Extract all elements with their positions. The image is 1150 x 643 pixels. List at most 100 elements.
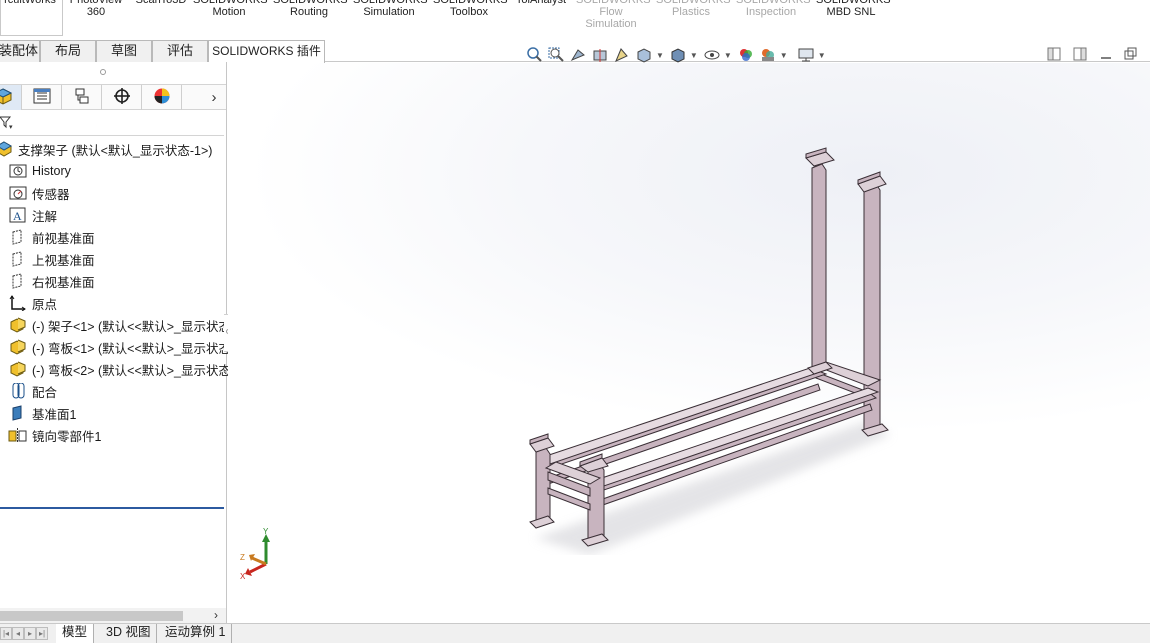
tree-item[interactable]: 右视基准面 bbox=[8, 270, 234, 292]
part-icon bbox=[8, 360, 28, 378]
ribbon-command[interactable]: SOLIDWORKS Plastics bbox=[656, 0, 731, 18]
plane1-icon bbox=[8, 404, 28, 422]
ribbon-command[interactable]: SOLIDWORKS Simulation bbox=[353, 0, 428, 18]
tree-filter-bar[interactable]: ▾ bbox=[0, 110, 224, 136]
z-axis-label: Z bbox=[240, 553, 245, 562]
tab-motion-study-1[interactable]: 运动算例 1 bbox=[159, 624, 233, 643]
tree-item[interactable]: 上视基准面 bbox=[8, 248, 234, 270]
tree-item[interactable]: History bbox=[8, 160, 234, 182]
tree-item[interactable]: (-) 弯板<1> (默认<<默认>_显示状态 bbox=[8, 336, 234, 358]
display-style-icon[interactable] bbox=[669, 46, 687, 64]
reference-triad: Y X Z bbox=[240, 528, 270, 581]
ribbon-command[interactable]: SOLIDWORKS MBD SNL bbox=[816, 0, 891, 18]
tree-item-label: (-) 弯板<2> (默认<<默认>_显示状态 bbox=[32, 363, 231, 378]
frame-model[interactable] bbox=[520, 145, 900, 555]
ribbon-command-label: 360 bbox=[86, 6, 106, 18]
feature-manager-tabs: › bbox=[0, 84, 226, 110]
ribbon-command[interactable]: SOLIDWORKS Routing bbox=[273, 0, 348, 18]
last-tab-icon[interactable]: ▸| bbox=[36, 627, 48, 640]
scrollbar-thumb[interactable] bbox=[0, 611, 183, 621]
tab-layout[interactable]: 布局 bbox=[40, 40, 96, 62]
x-axis-icon bbox=[249, 562, 267, 574]
propertymanager-tab[interactable] bbox=[22, 85, 62, 110]
first-tab-icon[interactable]: |◂ bbox=[0, 627, 12, 640]
ribbon-command[interactable]: SOLIDWORKS Flow Simulation bbox=[576, 0, 651, 30]
view-orientation-icon[interactable] bbox=[635, 46, 653, 64]
tab-evaluate[interactable]: 评估 bbox=[152, 40, 208, 62]
section-view-icon[interactable] bbox=[591, 46, 609, 64]
apply-scene-icon[interactable] bbox=[759, 46, 777, 64]
prev-tab-icon[interactable]: ◂ bbox=[12, 627, 24, 640]
ribbon-command[interactable]: SOLIDWORKS Inspection bbox=[736, 0, 811, 18]
configurationmanager-tab[interactable] bbox=[62, 85, 102, 110]
tile-right-icon[interactable] bbox=[1073, 47, 1087, 61]
chevron-down-icon[interactable]: ▼ bbox=[818, 51, 826, 60]
tree-item[interactable]: 原点 bbox=[8, 292, 234, 314]
rollback-bar[interactable] bbox=[0, 507, 224, 509]
tree-root-label: 支撑架子 (默认<默认_显示状态-1>) bbox=[18, 143, 213, 158]
tree-item[interactable]: 前视基准面 bbox=[8, 226, 234, 248]
tree-item[interactable]: 传感器 bbox=[8, 182, 234, 204]
tree-item-label: (-) 弯板<1> (默认<<默认>_显示状态 bbox=[32, 341, 231, 356]
tree-item[interactable]: (-) 弯板<2> (默认<<默认>_显示状态 bbox=[8, 358, 234, 380]
hide-show-items-icon[interactable] bbox=[703, 46, 721, 64]
chevron-right-icon[interactable]: › bbox=[214, 608, 218, 622]
tab-solidworks-addins[interactable]: SOLIDWORKS 插件 bbox=[208, 40, 325, 63]
panel-grip-handle[interactable] bbox=[100, 69, 106, 75]
tree-item[interactable]: 镜向零部件1 bbox=[8, 424, 234, 446]
chevron-right-icon[interactable]: › bbox=[206, 89, 222, 107]
tree-item[interactable]: 基准面1 bbox=[8, 402, 234, 424]
edit-appearance-icon[interactable] bbox=[737, 46, 755, 64]
chevron-down-icon[interactable]: ▼ bbox=[690, 51, 698, 60]
ribbon-command[interactable]: PhotoView 360 bbox=[66, 0, 126, 18]
tile-left-icon[interactable] bbox=[1047, 47, 1061, 61]
next-tab-icon[interactable]: ▸ bbox=[24, 627, 36, 640]
ribbon-command-label: Motion bbox=[212, 6, 246, 18]
tab-sketch[interactable]: 草图 bbox=[96, 40, 152, 62]
chevron-down-icon[interactable]: ▼ bbox=[724, 51, 732, 60]
ribbon-command-label: Inspection bbox=[745, 6, 797, 18]
tree-item-label: 传感器 bbox=[32, 187, 70, 202]
sensor-icon bbox=[8, 184, 28, 202]
tab-assembly[interactable]: 装配体 bbox=[0, 40, 40, 62]
command-manager-ribbon: rcuitWorks PhotoView 360 ScanTo3D SOLIDWORKS… bbox=[0, 0, 1150, 40]
tree-item-label: 配合 bbox=[32, 385, 58, 400]
displaymanager-tab[interactable] bbox=[142, 85, 182, 110]
tree-item-label: 原点 bbox=[32, 297, 58, 312]
ribbon-command[interactable]: SOLIDWORKS Motion bbox=[193, 0, 268, 18]
mirror-component-icon bbox=[8, 426, 28, 444]
ribbon-command-label: Flow bbox=[599, 6, 623, 18]
appearance-ball-icon bbox=[152, 87, 172, 108]
part-icon bbox=[8, 338, 28, 356]
configuration-icon bbox=[72, 87, 92, 108]
zoom-to-fit-icon[interactable] bbox=[525, 46, 543, 64]
tree-item[interactable]: (-) 架子<1> (默认<<默认>_显示状态 bbox=[8, 314, 234, 336]
tab-model[interactable]: 模型 bbox=[56, 624, 95, 643]
filter-icon[interactable]: ▾ bbox=[0, 115, 14, 132]
tree-root-assembly[interactable]: 支撑架子 (默认<默认_显示状态-1>) bbox=[0, 138, 220, 160]
property-list-icon bbox=[32, 87, 52, 108]
tree-item[interactable]: 配合 bbox=[8, 380, 234, 402]
ribbon-command[interactable]: rcuitWorks bbox=[0, 0, 60, 6]
tree-item[interactable]: A 注解 bbox=[8, 204, 234, 226]
chevron-down-icon[interactable]: ▼ bbox=[780, 51, 788, 60]
horizontal-scrollbar[interactable]: › bbox=[0, 608, 226, 624]
featuremanager-tab[interactable] bbox=[0, 85, 22, 110]
restore-icon[interactable] bbox=[1124, 47, 1138, 61]
tree-item-label: 前视基准面 bbox=[32, 231, 95, 246]
zoom-area-icon[interactable] bbox=[547, 46, 565, 64]
dynamic-annotation-icon[interactable] bbox=[613, 46, 631, 64]
origin-icon bbox=[8, 294, 28, 312]
ribbon-command-label: Simulation bbox=[585, 18, 637, 30]
minimize-icon[interactable] bbox=[1099, 47, 1113, 61]
view-settings-icon[interactable] bbox=[797, 46, 815, 64]
x-axis-label: X bbox=[240, 572, 246, 581]
tree-item-label: History bbox=[32, 164, 71, 178]
ribbon-command[interactable]: SOLIDWORKS Toolbox bbox=[433, 0, 508, 18]
previous-view-icon[interactable] bbox=[569, 46, 587, 64]
chevron-down-icon[interactable]: ▼ bbox=[656, 51, 664, 60]
tab-3d-view[interactable]: 3D 视图 bbox=[100, 624, 158, 643]
ribbon-command[interactable]: ScanTo3D bbox=[133, 0, 189, 6]
ribbon-command[interactable]: TolAnalyst bbox=[513, 0, 569, 6]
dimxpertmanager-tab[interactable] bbox=[102, 85, 142, 110]
